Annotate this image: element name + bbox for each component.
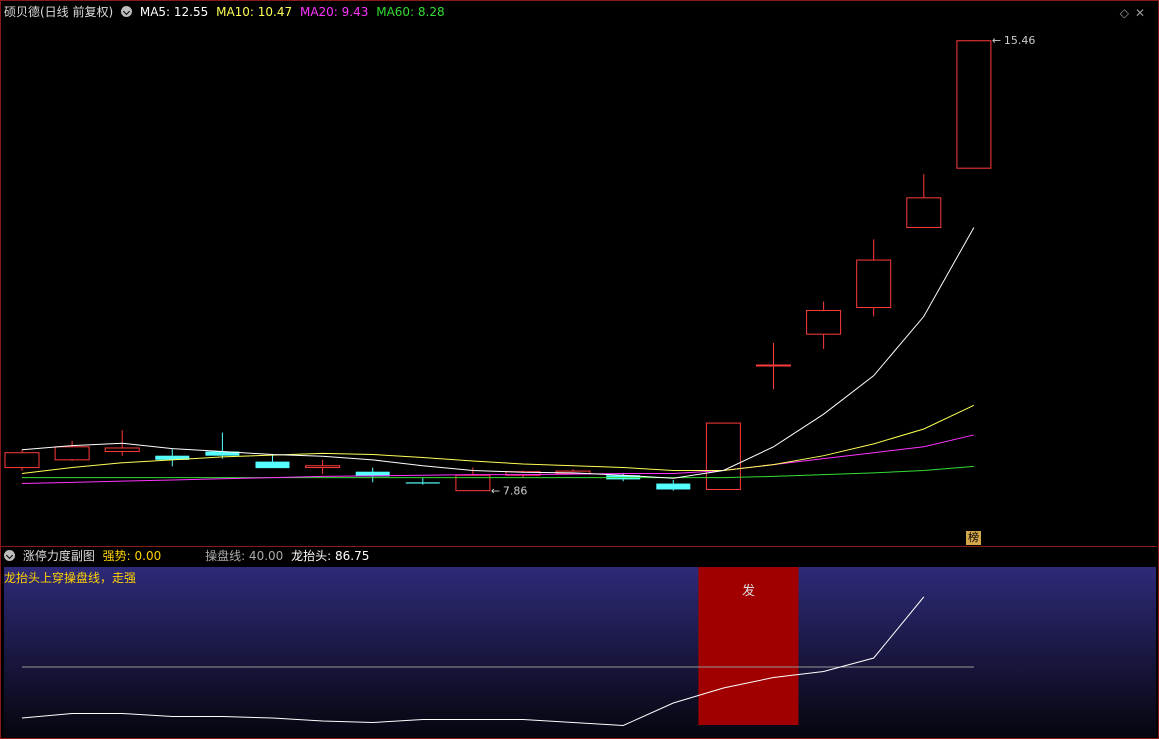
signal-label: 发 [742,583,755,599]
indicator-chart[interactable]: 发 [0,0,1159,739]
indicator-note: 龙抬头上穿操盘线，走强 [4,571,137,585]
